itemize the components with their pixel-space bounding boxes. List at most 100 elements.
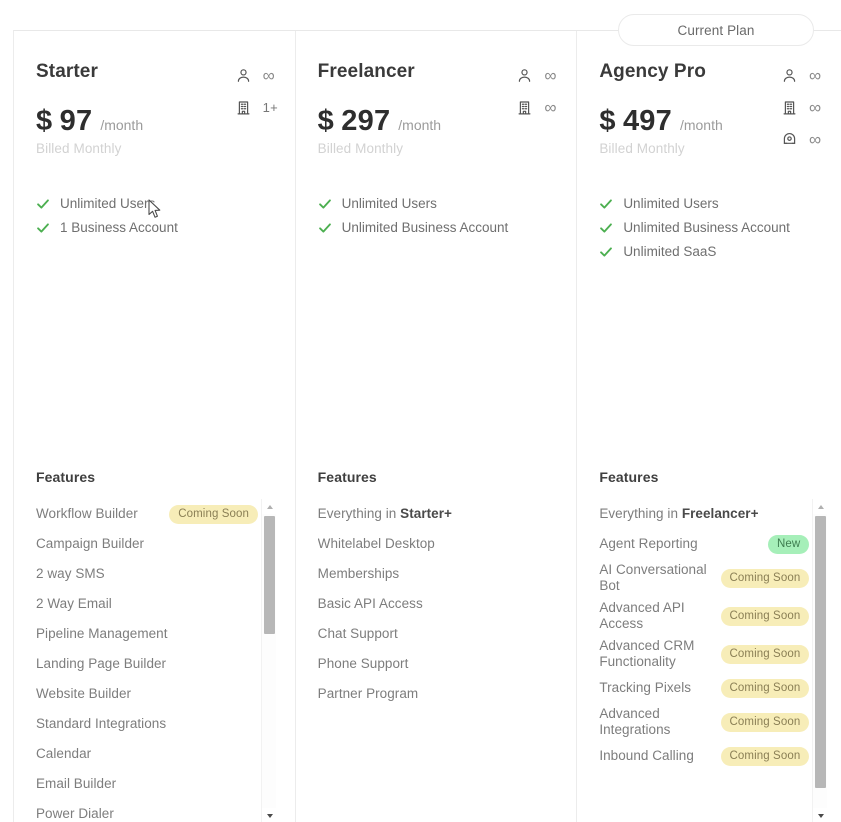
highlight-label: Unlimited Business Account <box>623 220 790 235</box>
check-icon <box>599 221 613 235</box>
highlight-label: 1 Business Account <box>60 220 178 235</box>
scrollbar-thumb[interactable] <box>815 516 827 788</box>
plan-card-starter[interactable]: Starter ∞ 1+ $97/month Billed Monthly Unlimit… <box>14 31 296 822</box>
plan-capacities: ∞ 1+ <box>235 67 281 116</box>
check-icon <box>36 221 50 235</box>
feature-label: Calendar <box>36 746 92 761</box>
feature-badge-new: New <box>768 534 810 554</box>
pricing-page: Starter ∞ 1+ $97/month Billed Monthly Unlimit… <box>0 0 841 822</box>
feature-badge-soon: Coming Soon <box>720 568 810 588</box>
feature-label: Landing Page Builder <box>36 656 167 671</box>
capacity-row: ∞ <box>516 67 562 84</box>
features-scrollbar[interactable] <box>812 499 829 822</box>
price-period: /month <box>398 117 442 133</box>
billing-period-label: Billed Monthly <box>36 141 122 156</box>
features-list: Workflow Builder Coming Soon Campaign Buil… <box>36 499 276 822</box>
feature-badge-soon: Coming Soon <box>720 606 810 626</box>
current-plan-badge: Current Plan <box>618 14 814 46</box>
price-amount: 97 <box>59 105 93 137</box>
scroll-down-arrow-icon[interactable] <box>813 808 829 822</box>
capacity-row: ∞ <box>781 99 827 116</box>
price-period: /month <box>100 117 144 133</box>
capacity-row: ∞ <box>235 67 281 84</box>
plan-highlights: Unlimited Users 1 Business Account <box>36 196 273 235</box>
highlight-label: Unlimited Business Account <box>341 220 509 235</box>
feature-item: AI Conversational Bot Coming Soon <box>599 559 810 597</box>
feature-label: 2 Way Email <box>36 596 112 611</box>
plan-grid: Starter ∞ 1+ $97/month Billed Monthly Unlimit… <box>13 30 841 822</box>
capacity-value: ∞ <box>544 98 557 117</box>
capacity-row: ∞ <box>781 67 827 84</box>
highlight-label: Unlimited Users <box>341 196 437 211</box>
feature-item: Chat Support <box>318 619 540 649</box>
feature-badge-soon: Coming Soon <box>720 678 810 698</box>
feature-item: Basic API Access <box>318 589 540 619</box>
capacity-row: 1+ <box>235 99 281 116</box>
plan-capacities: ∞ ∞ ∞ <box>781 67 827 148</box>
check-icon <box>599 197 613 211</box>
plan-card-agency-pro[interactable]: Agency Pro ∞ ∞ ∞ $497/month Billed Monthly Unl… <box>577 31 841 822</box>
scroll-down-arrow-icon[interactable] <box>262 808 277 822</box>
highlight-item: Unlimited SaaS <box>599 244 819 259</box>
features-scroll-area[interactable]: Everything in Freelancer+ Agent Reporting… <box>599 499 829 822</box>
person-icon <box>516 67 533 84</box>
feature-label: Whitelabel Desktop <box>317 536 435 551</box>
highlight-label: Unlimited Users <box>60 196 156 211</box>
feature-item: Tracking Pixels Coming Soon <box>599 673 810 703</box>
building-icon <box>516 99 533 116</box>
features-scrollbar[interactable] <box>261 499 277 822</box>
scroll-up-arrow-icon[interactable] <box>813 499 829 514</box>
features-heading: Features <box>36 469 96 485</box>
feature-item: Partner Program <box>318 679 540 709</box>
plan-name: Starter <box>36 61 98 82</box>
feature-label: Everything in Starter+ <box>317 506 452 521</box>
capacity-value: ∞ <box>544 66 557 85</box>
feature-item: Agent Reporting New <box>599 529 810 559</box>
check-icon <box>599 245 613 259</box>
feature-label: Pipeline Management <box>36 626 168 641</box>
plan-name: Freelancer <box>317 61 415 82</box>
capacity-row: ∞ <box>516 99 562 116</box>
features-scroll-area[interactable]: Workflow Builder Coming Soon Campaign Buil… <box>36 499 277 822</box>
feature-badge-soon: Coming Soon <box>720 712 810 732</box>
price-currency: $ <box>599 105 615 137</box>
feature-label: Basic API Access <box>317 596 423 611</box>
feature-item: Advanced API Access Coming Soon <box>599 597 810 635</box>
scrollbar-thumb[interactable] <box>264 516 275 634</box>
price-amount: 497 <box>622 105 672 137</box>
highlight-item: Unlimited Users <box>36 196 273 211</box>
capacity-row: ∞ <box>781 131 827 148</box>
feature-label: Phone Support <box>317 656 409 671</box>
feature-badge-soon: Coming Soon <box>720 746 810 766</box>
check-icon <box>318 197 332 211</box>
feature-item: Calendar <box>36 739 258 769</box>
feature-item: Campaign Builder <box>36 529 258 559</box>
feature-item: Landing Page Builder <box>36 649 258 679</box>
features-scroll-area[interactable]: Everything in Starter+ Whitelabel Desktop… <box>318 499 558 822</box>
feature-item: Memberships <box>318 559 540 589</box>
feature-label: 2 way SMS <box>36 566 105 581</box>
feature-label: Tracking Pixels <box>599 680 692 695</box>
highlight-label: Unlimited SaaS <box>623 244 717 259</box>
highlight-item: 1 Business Account <box>36 220 273 235</box>
feature-label: Memberships <box>317 566 400 581</box>
building-icon <box>781 99 798 116</box>
capacity-value: ∞ <box>809 98 822 117</box>
feature-label: Advanced Integrations <box>599 706 671 737</box>
person-icon <box>781 67 798 84</box>
feature-label: Chat Support <box>317 626 398 641</box>
scroll-up-arrow-icon[interactable] <box>262 499 277 514</box>
feature-badge-soon: Coming Soon <box>169 504 258 524</box>
plan-card-freelancer[interactable]: Freelancer ∞ ∞ $297/month Billed Monthly Unli… <box>295 31 578 822</box>
feature-label: Inbound Calling <box>599 748 694 763</box>
feature-label: Campaign Builder <box>36 536 145 551</box>
feature-item: Inbound Calling Coming Soon <box>599 741 810 771</box>
feature-label: Power Dialer <box>36 806 114 821</box>
feature-label: Email Builder <box>36 776 117 791</box>
feature-label: Website Builder <box>36 686 132 701</box>
feature-item: Website Builder <box>36 679 258 709</box>
feature-item: Email Builder <box>36 769 258 799</box>
feature-label: Everything in Freelancer+ <box>599 506 759 521</box>
building-icon <box>235 99 252 116</box>
billing-period-label: Billed Monthly <box>317 141 404 156</box>
